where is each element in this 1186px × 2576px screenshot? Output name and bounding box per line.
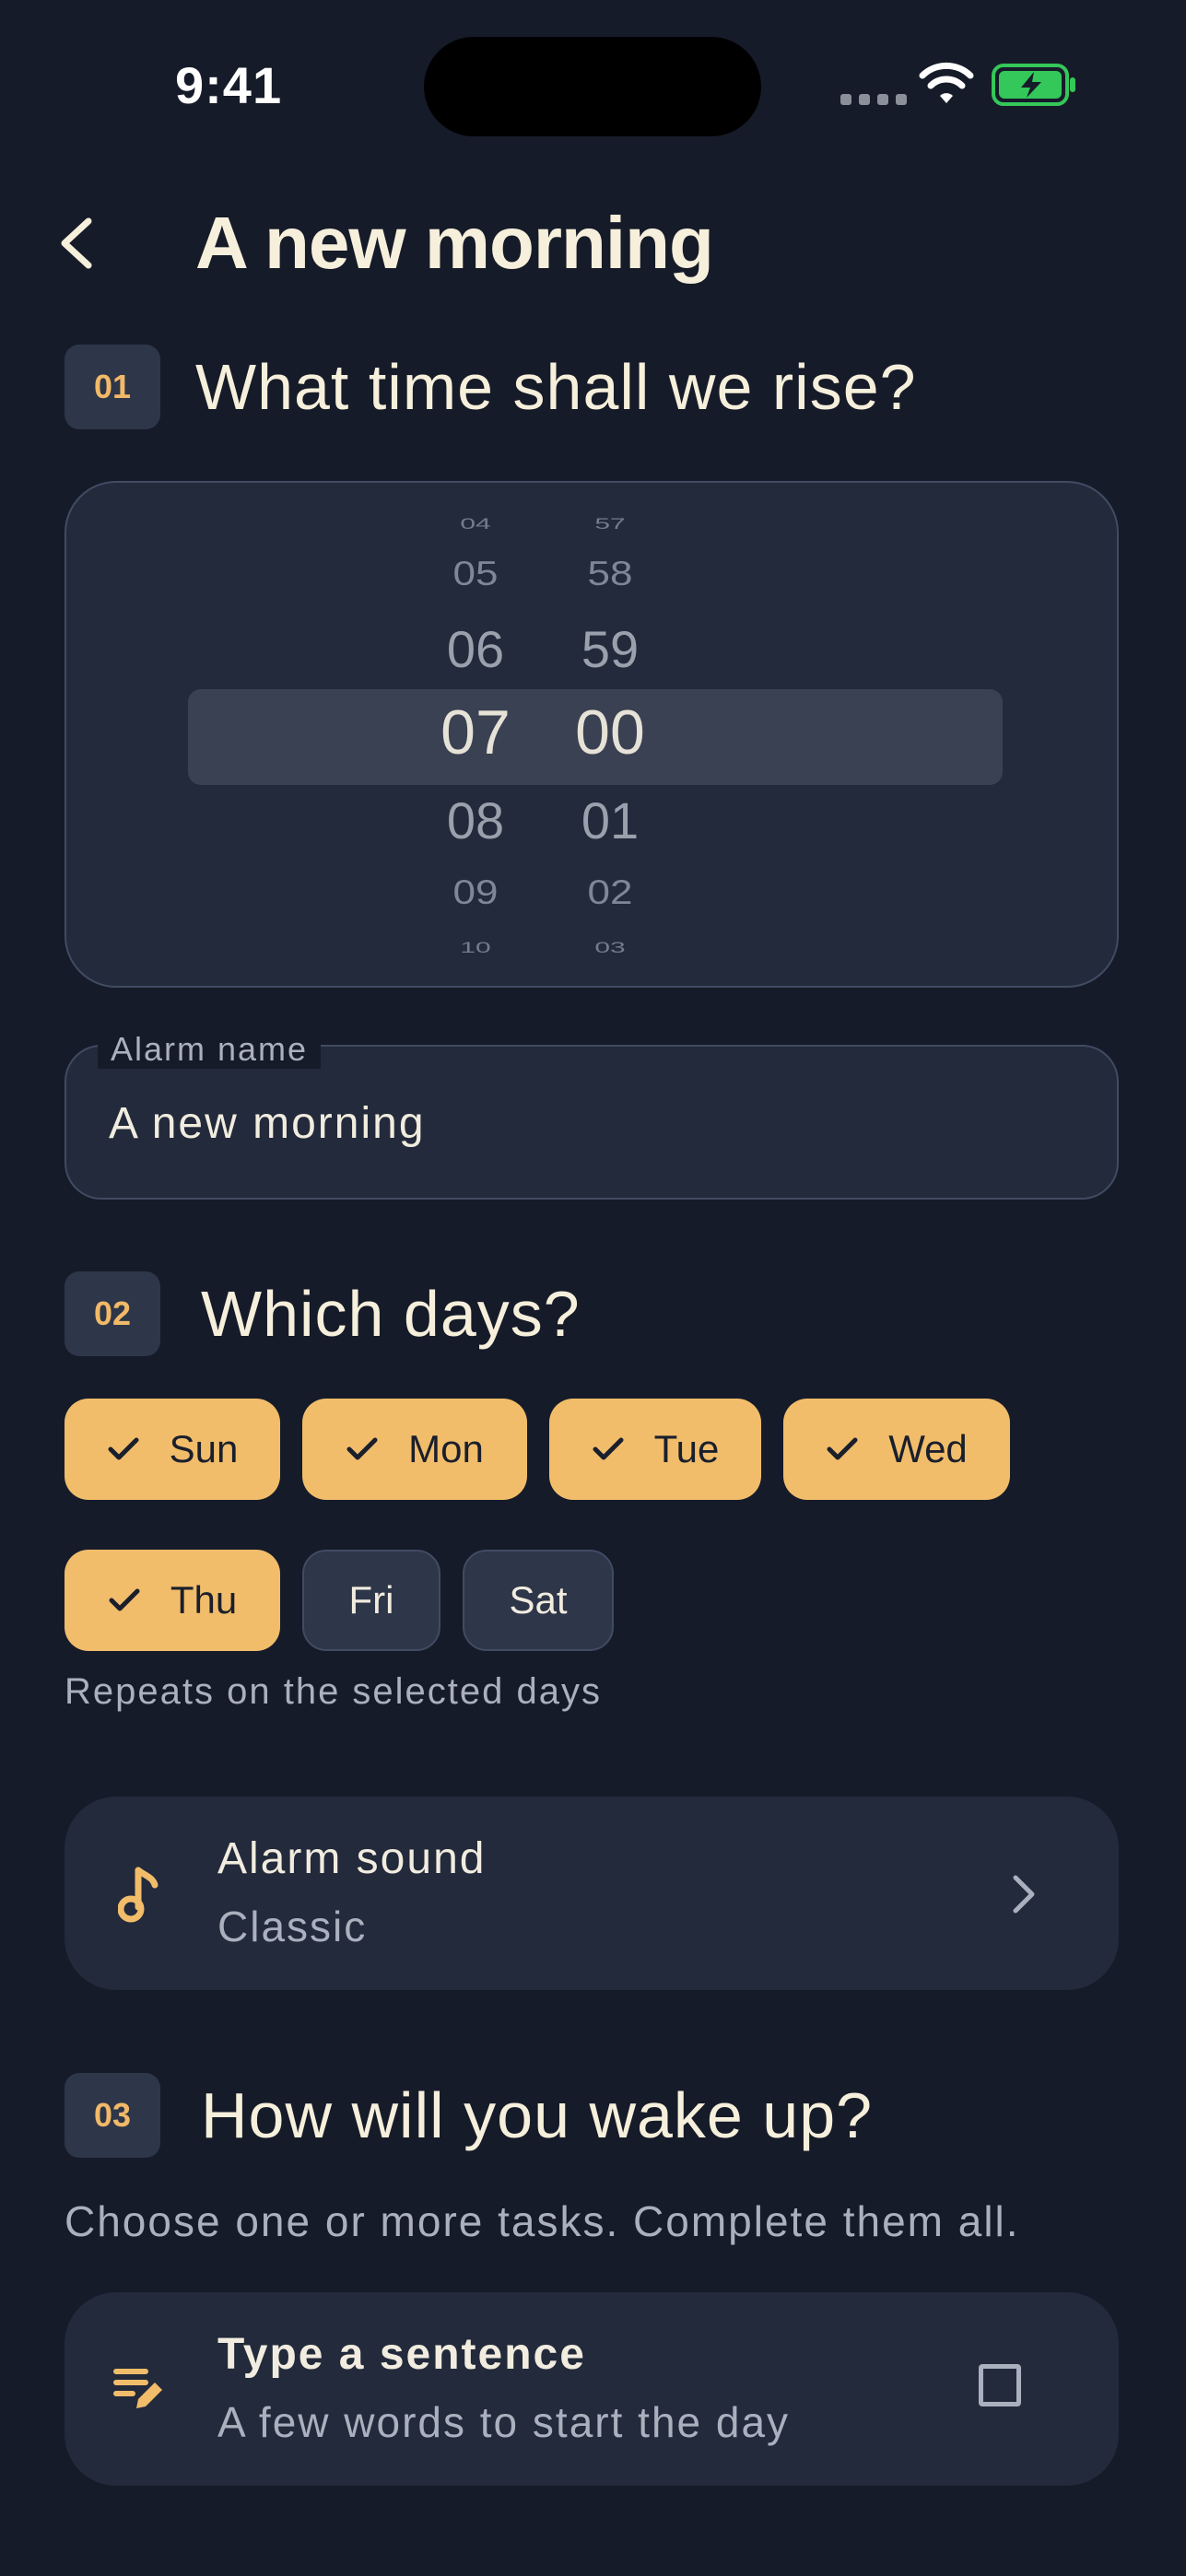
minute-option[interactable]: 02 <box>555 873 665 913</box>
hour-option[interactable]: 10 <box>420 940 531 957</box>
alarm-name-input[interactable]: A new morning <box>109 1098 426 1149</box>
day-chip-label: Tue <box>653 1427 720 1470</box>
chevron-right-icon <box>1013 1875 1035 1914</box>
day-chip-sun[interactable]: Sun <box>65 1399 280 1500</box>
wifi-icon <box>919 62 974 103</box>
section-title-tasks: How will you wake up? <box>201 2079 874 2151</box>
dynamic-island <box>424 37 761 136</box>
minute-option[interactable]: 01 <box>555 790 665 850</box>
signal-icon <box>840 94 907 105</box>
check-icon <box>108 1437 139 1460</box>
hour-option[interactable]: 06 <box>420 619 531 679</box>
check-icon <box>346 1437 378 1460</box>
day-chip-label: Wed <box>888 1427 968 1470</box>
alarm-sound-title: Alarm sound <box>217 1834 487 1883</box>
hour-option[interactable]: 05 <box>420 555 531 594</box>
back-chevron-icon[interactable] <box>53 214 100 273</box>
section-title-days: Which days? <box>201 1278 581 1350</box>
page-title: A new morning <box>195 202 714 284</box>
selected-minute[interactable]: 00 <box>555 697 665 768</box>
edit-note-icon <box>113 2369 162 2408</box>
hour-option[interactable]: 08 <box>420 790 531 850</box>
task-checkbox[interactable] <box>979 2364 1021 2406</box>
check-icon <box>827 1437 858 1460</box>
day-chip-thu[interactable]: Thu <box>65 1550 280 1651</box>
day-chip-label: Sat <box>509 1578 568 1622</box>
section-number-badge: 01 <box>65 345 160 429</box>
time-picker[interactable]: 04 05 06 07 08 09 10 57 58 59 00 01 02 03 <box>65 481 1119 988</box>
days-hint: Repeats on the selected days <box>65 1671 603 1712</box>
hour-option[interactable]: 09 <box>420 873 531 913</box>
minute-option[interactable]: 57 <box>555 516 665 533</box>
task-subtitle: A few words to start the day <box>217 2398 791 2446</box>
minute-option[interactable]: 59 <box>555 619 665 679</box>
minute-option[interactable]: 58 <box>555 555 665 594</box>
tasks-hint: Choose one or more tasks. Complete them … <box>65 2197 1020 2245</box>
status-time: 9:41 <box>175 56 283 114</box>
minute-option[interactable]: 03 <box>555 940 665 957</box>
day-chip-label: Mon <box>408 1427 484 1470</box>
task-title: Type a sentence <box>217 2330 586 2379</box>
day-chip-label: Fri <box>348 1578 394 1622</box>
alarm-sound-card[interactable]: Alarm sound Classic <box>65 1797 1119 1990</box>
section-number-badge: 02 <box>65 1271 160 1356</box>
check-icon <box>109 1588 140 1611</box>
hour-option[interactable]: 04 <box>420 516 531 533</box>
battery-icon <box>992 64 1075 106</box>
alarm-sound-value: Classic <box>217 1903 368 1950</box>
task-card-type-sentence[interactable]: Type a sentence A few words to start the… <box>65 2292 1119 2486</box>
day-chip-label: Thu <box>170 1578 238 1622</box>
day-chip-fri[interactable]: Fri <box>302 1550 440 1651</box>
section-number-badge: 03 <box>65 2073 160 2158</box>
check-icon <box>593 1437 624 1460</box>
selected-hour[interactable]: 07 <box>420 697 531 768</box>
music-note-icon <box>118 1867 159 1923</box>
day-chip-sat[interactable]: Sat <box>463 1550 614 1651</box>
section-title-time: What time shall we rise? <box>195 351 917 423</box>
alarm-name-label: Alarm name <box>98 1030 322 1069</box>
day-chip-wed[interactable]: Wed <box>783 1399 1010 1500</box>
day-chip-tue[interactable]: Tue <box>549 1399 761 1500</box>
day-chip-label: Sun <box>169 1427 239 1470</box>
day-chip-mon[interactable]: Mon <box>302 1399 527 1500</box>
